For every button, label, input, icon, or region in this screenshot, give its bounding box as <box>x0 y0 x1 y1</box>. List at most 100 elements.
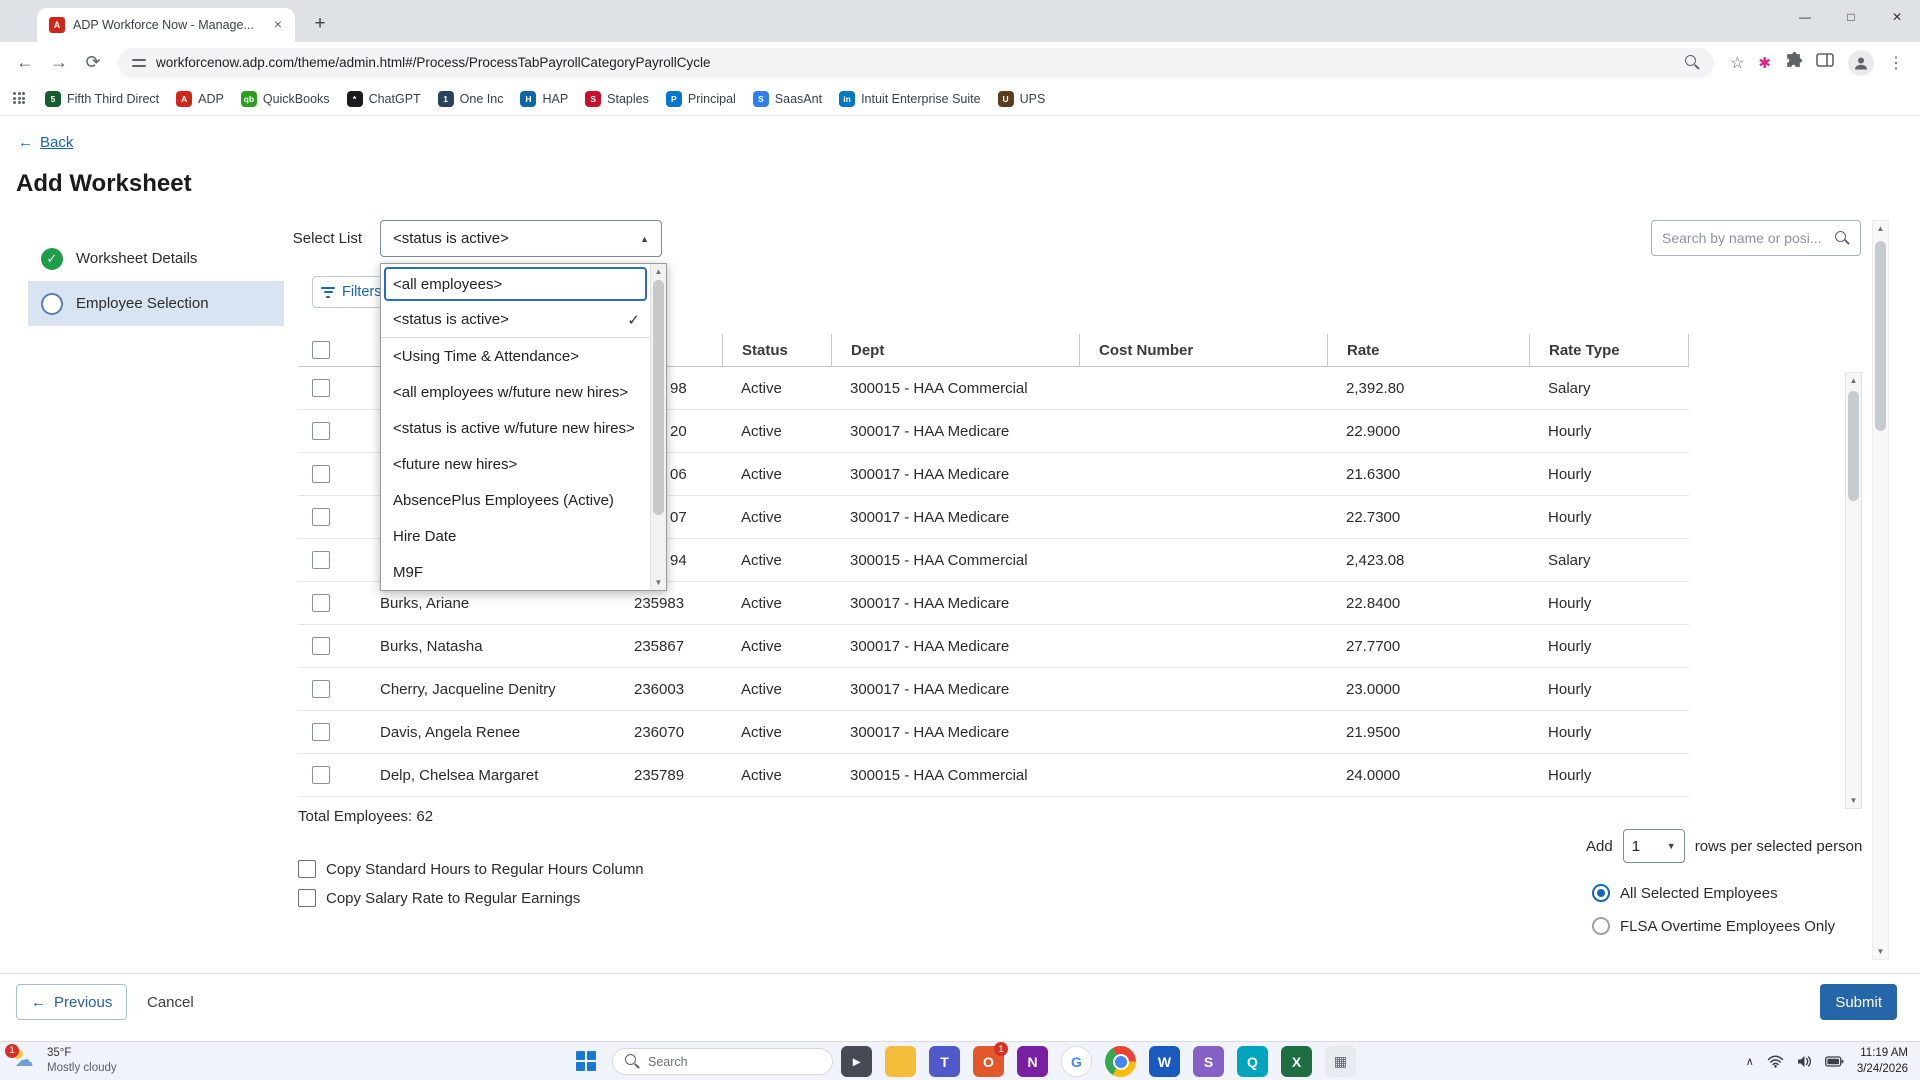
select-list-dropdown[interactable]: <status is active> ▲ <box>380 220 662 257</box>
select-list-option[interactable]: M9F ✓ <box>381 554 650 590</box>
side-panel-icon[interactable] <box>1816 52 1834 73</box>
start-button[interactable] <box>576 1051 596 1071</box>
employee-search[interactable] <box>1651 220 1861 256</box>
bookmark-hap[interactable]: H HAP <box>520 91 568 107</box>
select-list-option[interactable]: <all employees> ✓ <box>381 266 650 302</box>
row-checkbox[interactable] <box>312 465 330 483</box>
window-close-button[interactable]: ✕ <box>1874 0 1920 34</box>
word[interactable]: W <box>1149 1046 1180 1077</box>
file-explorer[interactable] <box>885 1046 916 1077</box>
taskbar-clock[interactable]: 11:19 AM 3/24/2026 <box>1857 1046 1908 1077</box>
browser-back-button[interactable]: ← <box>8 46 42 80</box>
quickbooks[interactable]: Q <box>1237 1046 1268 1077</box>
battery-icon[interactable] <box>1824 1056 1844 1067</box>
menu-scrollbar[interactable]: ▲ ▼ <box>650 264 666 590</box>
tray-overflow-icon[interactable]: ∧ <box>1746 1055 1754 1068</box>
search-input[interactable] <box>1662 230 1827 246</box>
select-list-option[interactable]: <all employees w/future new hires> ✓ <box>381 374 650 410</box>
address-bar[interactable]: workforcenow.adp.com/theme/admin.html#/P… <box>118 47 1715 78</box>
select-list-option[interactable]: <status is active> ✓ <box>381 302 650 338</box>
row-checkbox[interactable] <box>312 766 330 784</box>
scrollbar-thumb[interactable] <box>653 280 664 515</box>
taskbar-search-input[interactable] <box>648 1054 798 1069</box>
select-list-option[interactable]: AbsencePlus Employees (Active) ✓ <box>381 482 650 518</box>
cancel-button[interactable]: Cancel <box>147 984 194 1020</box>
wifi-icon[interactable] <box>1767 1055 1784 1068</box>
bookmark-principal[interactable]: P Principal <box>665 91 736 107</box>
row-checkbox[interactable] <box>312 379 330 397</box>
table-row[interactable]: Burks, Natasha 235867 Active 300017 - HA… <box>298 625 1689 668</box>
select-all-checkbox[interactable] <box>312 341 330 359</box>
select-list-option[interactable]: Hire Date ✓ <box>381 518 650 554</box>
bookmark-saasant[interactable]: S SaasAnt <box>752 91 822 107</box>
bookmark-ups[interactable]: U UPS <box>997 91 1045 107</box>
weather-widget[interactable]: 1 ☁ 35°F Mostly cloudy <box>5 1043 117 1076</box>
radio-button[interactable] <box>1592 917 1610 935</box>
bookmark-chatgpt[interactable]: * ChatGPT <box>346 91 421 107</box>
row-checkbox[interactable] <box>312 508 330 526</box>
browser-reload-button[interactable]: ⟳ <box>76 46 110 80</box>
radio-option[interactable]: FLSA Overtime Employees Only <box>1592 917 1835 935</box>
bookmark-adp[interactable]: A ADP <box>176 91 224 107</box>
bookmark-staples[interactable]: S Staples <box>585 91 649 107</box>
row-checkbox[interactable] <box>312 551 330 569</box>
scroll-down-icon[interactable]: ▼ <box>651 575 666 590</box>
back-link[interactable]: ← Back <box>18 134 73 151</box>
bookmark-intuit-enterprise-suite[interactable]: in Intuit Enterprise Suite <box>839 91 981 107</box>
table-scrollbar[interactable]: ▲ ▼ <box>1845 372 1862 809</box>
row-checkbox[interactable] <box>312 637 330 655</box>
browser-menu-icon[interactable]: ⋮ <box>1888 53 1904 73</box>
bookmark-one-inc[interactable]: 1 One Inc <box>437 91 503 107</box>
new-tab-button[interactable]: + <box>306 11 334 39</box>
table-row[interactable]: Delp, Chelsea Margaret 235789 Active 300… <box>298 754 1689 797</box>
browser-tab[interactable]: A ADP Workforce Now - Manage... × <box>37 8 295 42</box>
scroll-up-icon[interactable]: ▲ <box>651 264 666 279</box>
search-icon[interactable] <box>1835 230 1850 246</box>
teams[interactable]: T <box>929 1046 960 1077</box>
radio-button[interactable] <box>1592 884 1610 902</box>
window-minimize-button[interactable]: — <box>1782 0 1828 34</box>
volume-icon[interactable] <box>1797 1055 1812 1068</box>
select-list-option[interactable]: <Using Time & Attendance> ✓ <box>381 338 650 374</box>
tab-close-icon[interactable]: × <box>269 16 287 34</box>
radio-option[interactable]: All Selected Employees <box>1592 884 1835 902</box>
page-scrollbar[interactable]: ▲ ▼ <box>1872 220 1889 960</box>
rows-count-dropdown[interactable]: 1 ▼ <box>1622 829 1685 863</box>
profile-avatar[interactable] <box>1848 49 1874 76</box>
browser-forward-button[interactable]: → <box>42 46 76 80</box>
sheets-grid[interactable]: ▦ <box>1325 1046 1356 1077</box>
row-checkbox[interactable] <box>312 723 330 741</box>
scroll-down-icon[interactable]: ▼ <box>1873 944 1888 959</box>
submit-button[interactable]: Submit <box>1820 984 1897 1020</box>
bookmark-star-icon[interactable]: ☆ <box>1730 53 1744 73</box>
table-row[interactable]: Cherry, Jacqueline Denitry 236003 Active… <box>298 668 1689 711</box>
row-checkbox[interactable] <box>312 680 330 698</box>
window-maximize-button[interactable]: □ <box>1828 0 1874 34</box>
outlook[interactable]: O 1 <box>973 1042 1008 1077</box>
taskbar-search[interactable] <box>612 1048 833 1075</box>
bookmark-quickbooks[interactable]: qb QuickBooks <box>240 91 330 107</box>
extensions-icon[interactable] <box>1785 51 1802 74</box>
row-checkbox[interactable] <box>312 422 330 440</box>
terminal[interactable]: ▸ <box>841 1046 872 1077</box>
bookmark-fifth-third-direct[interactable]: 5 Fifth Third Direct <box>45 91 159 107</box>
select-list-option[interactable]: <future new hires> ✓ <box>381 446 650 482</box>
zoom-icon[interactable] <box>1685 55 1700 70</box>
stream[interactable]: S <box>1193 1046 1224 1077</box>
chrome[interactable] <box>1105 1046 1136 1077</box>
table-row[interactable]: Davis, Angela Renee 236070 Active 300017… <box>298 711 1689 754</box>
site-settings-icon[interactable] <box>132 57 146 69</box>
copy-option[interactable]: Copy Salary Rate to Regular Earnings <box>298 889 644 907</box>
google-g[interactable]: G <box>1061 1046 1092 1077</box>
onenote[interactable]: N <box>1017 1046 1048 1077</box>
copy-option-checkbox[interactable] <box>298 889 316 907</box>
scroll-up-icon[interactable]: ▲ <box>1846 373 1861 388</box>
scrollbar-thumb[interactable] <box>1848 391 1859 501</box>
pinned-extension-icon[interactable]: ✱ <box>1758 54 1771 72</box>
select-list-option[interactable]: <status is active w/future new hires> ✓ <box>381 410 650 446</box>
wizard-step[interactable]: Worksheet Details <box>28 236 284 281</box>
scroll-down-icon[interactable]: ▼ <box>1846 793 1861 808</box>
row-checkbox[interactable] <box>312 594 330 612</box>
copy-option-checkbox[interactable] <box>298 860 316 878</box>
copy-option[interactable]: Copy Standard Hours to Regular Hours Col… <box>298 860 644 878</box>
